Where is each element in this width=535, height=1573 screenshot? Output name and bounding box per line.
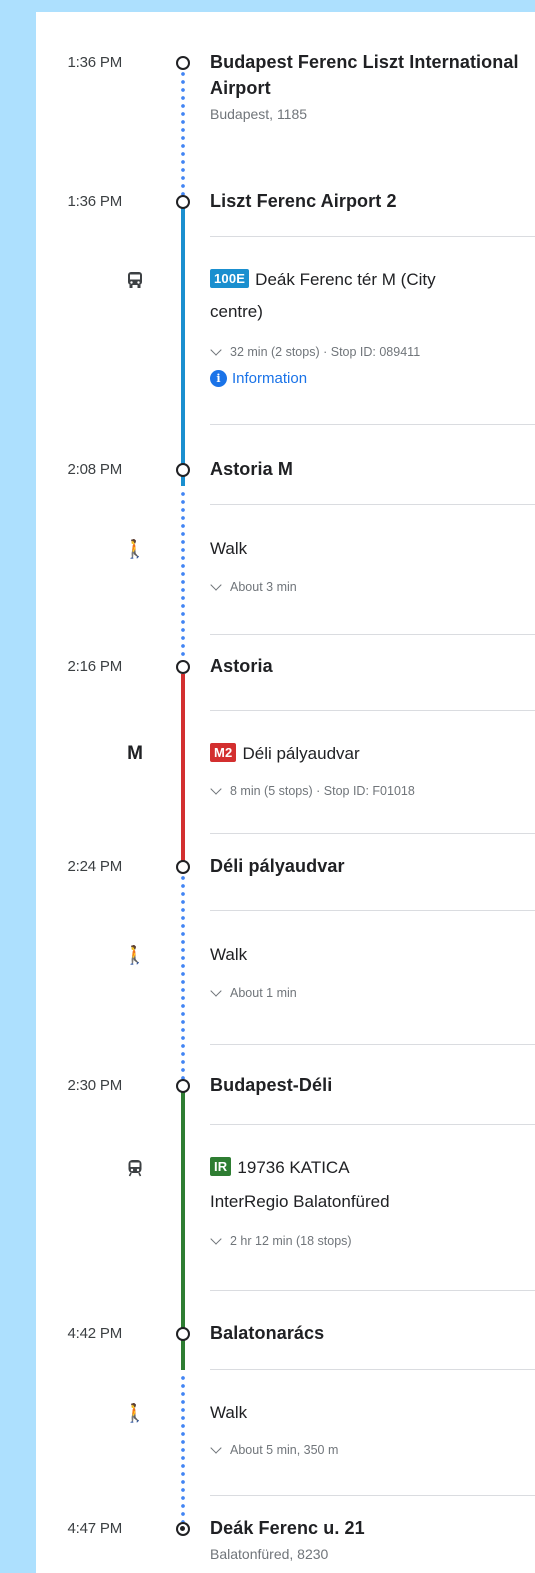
leg-details-toggle[interactable]: About 1 min [210,984,297,1000]
directions-panel: 1:36 PM Budapest Ferenc Liszt Internatio… [36,12,535,1573]
destination-node [176,1522,190,1536]
walk-line-segment [181,874,185,1090]
divider [210,910,535,911]
route-badge: M2 [210,743,237,762]
divider [210,1044,535,1045]
transit-headsign[interactable]: M2 Déli pályaudvar [210,743,360,764]
walk-line-segment [181,62,185,212]
stop-node [176,463,190,477]
leg-details-toggle[interactable]: About 3 min [210,578,297,594]
transit-headsign-continued: InterRegio Balatonfüred [210,1192,390,1211]
stop-name[interactable]: Budapest-Déli [210,1075,332,1096]
stop-time: 2:30 PM [67,1077,123,1094]
stop-address: Balatonfüred, 8230 [210,1546,329,1562]
stop-time: 4:47 PM [67,1520,123,1537]
leg-details-toggle[interactable]: 32 min (2 stops) · Stop ID: 089411 [210,343,420,359]
stop-name[interactable]: Déli pályaudvar [210,856,345,877]
divider [210,236,535,237]
leg-details-toggle[interactable]: About 5 min, 350 m [210,1441,338,1457]
stop-node [176,860,190,874]
bus-icon [124,269,146,291]
stop-name[interactable]: Deák Ferenc u. 21 [210,1518,365,1539]
leg-details-toggle[interactable]: 8 min (5 stops) · Stop ID: F01018 [210,782,415,798]
stop-node [176,56,190,70]
stop-node [176,1327,190,1341]
divider [210,424,535,425]
divider [210,1369,535,1370]
stop-time: 1:36 PM [67,54,123,71]
stop-name[interactable]: Astoria [210,656,273,677]
divider [210,1290,535,1291]
walk-label: Walk [210,539,248,558]
info-icon: i [210,370,227,387]
chevron-down-icon [210,343,222,356]
route-badge: IR [210,1157,232,1176]
stop-time: 1:36 PM [67,193,123,210]
walk-line-segment [181,1374,185,1522]
walk-icon: 🚶 [123,538,147,559]
bus-line-segment [181,206,185,486]
divider [210,710,535,711]
stop-name[interactable]: Budapest Ferenc Liszt International [210,52,519,73]
transit-headsign-continued: centre) [210,302,263,321]
leg-details-toggle[interactable]: 2 hr 12 min (18 stops) [210,1232,352,1248]
walk-label: Walk [210,1403,248,1422]
metro-line-segment [181,674,185,872]
chevron-down-icon [210,1232,222,1245]
stop-node [176,1079,190,1093]
information-link[interactable]: i Information [210,370,307,387]
divider [210,833,535,834]
stop-time: 4:42 PM [67,1325,123,1342]
chevron-down-icon [210,1441,222,1454]
stop-node [176,195,190,209]
stop-address: Budapest, 1185 [210,106,308,122]
walk-icon: 🚶 [123,1402,147,1423]
stop-time: 2:24 PM [67,858,123,875]
chevron-down-icon [210,578,222,591]
stop-time: 2:08 PM [67,461,123,478]
route-badge: 100E [210,269,250,288]
stop-time: 2:16 PM [67,658,123,675]
divider [210,634,535,635]
stop-name-continued[interactable]: Airport [210,78,271,99]
transit-headsign[interactable]: 100E Deák Ferenc tér M (City [210,269,436,290]
stop-node [176,660,190,674]
divider [210,1495,535,1496]
stop-name[interactable]: Balatonarács [210,1323,324,1344]
divider [210,1124,535,1125]
chevron-down-icon [210,782,222,795]
transit-headsign[interactable]: IR 19736 KATICA [210,1157,350,1178]
stop-name[interactable]: Astoria M [210,459,293,480]
stop-name[interactable]: Liszt Ferenc Airport 2 [210,191,397,212]
walk-line-segment [181,490,185,668]
train-icon [124,1157,146,1179]
chevron-down-icon [210,984,222,997]
divider [210,504,535,505]
walk-label: Walk [210,945,248,964]
metro-icon: M [127,743,143,764]
walk-icon: 🚶 [123,944,147,965]
